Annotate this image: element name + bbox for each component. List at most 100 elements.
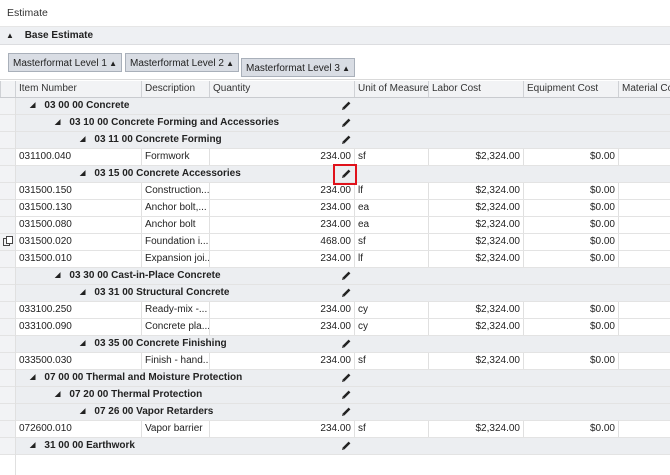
equipment-cost-cell[interactable]: $0.00 (523, 421, 618, 437)
quantity-cell[interactable]: 234.00 (209, 217, 354, 233)
item-number-cell[interactable]: 033500.030 (15, 353, 141, 369)
labor-cost-cell[interactable]: $2,324.00 (428, 149, 523, 165)
labor-cost-cell[interactable]: $2,324.00 (428, 217, 523, 233)
item-number-cell[interactable]: 031500.130 (15, 200, 141, 216)
pencil-edit-icon[interactable] (340, 134, 352, 146)
column-header-labor-cost[interactable]: Labor Cost (428, 81, 523, 97)
equipment-cost-cell[interactable]: $0.00 (523, 251, 618, 267)
table-row[interactable]: 033500.030 Finish - hand... 234.00 sf $2,324… (0, 353, 670, 370)
group-title[interactable]: ◢ 31 00 00 Earthwork (30, 438, 135, 454)
collapse-triangle-icon[interactable]: ◢ (55, 115, 60, 131)
item-number-cell[interactable]: 033100.090 (15, 319, 141, 335)
row-selector[interactable] (0, 149, 15, 165)
group-title[interactable]: ◢ 03 11 00 Concrete Forming (80, 132, 222, 148)
collapse-triangle-icon[interactable]: ◢ (80, 285, 85, 301)
group-row[interactable]: ◢ 03 10 00 Concrete Forming and Accessori… (0, 115, 670, 132)
group-row[interactable]: ◢ 03 35 00 Concrete Finishing (0, 336, 670, 353)
equipment-cost-cell[interactable]: $0.00 (523, 217, 618, 233)
row-selector[interactable] (0, 268, 15, 284)
row-selector[interactable] (0, 302, 15, 318)
labor-cost-cell[interactable]: $2,324.00 (428, 234, 523, 250)
table-row[interactable]: 033100.250 Ready-mix -... 234.00 cy $2,324.0… (0, 302, 670, 319)
copy-icon[interactable] (3, 236, 14, 247)
column-header-unit-of-measure[interactable]: Unit of Measure (354, 81, 428, 97)
collapse-triangle-icon[interactable]: ◢ (55, 268, 60, 284)
item-number-cell[interactable]: 031500.150 (15, 183, 141, 199)
quantity-cell[interactable]: 234.00 (209, 353, 354, 369)
description-cell[interactable]: Finish - hand... (141, 353, 209, 369)
material-cost-cell[interactable] (618, 251, 670, 267)
pencil-edit-icon[interactable] (340, 372, 352, 384)
description-cell[interactable]: Foundation i... (141, 234, 209, 250)
quantity-cell[interactable]: 234.00 (209, 319, 354, 335)
unit-of-measure-cell[interactable]: sf (354, 234, 428, 250)
collapse-caret-icon[interactable]: ▲ (6, 27, 14, 45)
group-title[interactable]: ◢ 03 30 00 Cast-in-Place Concrete (55, 268, 221, 284)
labor-cost-cell[interactable]: $2,324.00 (428, 319, 523, 335)
material-cost-cell[interactable] (618, 234, 670, 250)
labor-cost-cell[interactable]: $2,324.00 (428, 200, 523, 216)
quantity-cell[interactable]: 234.00 (209, 421, 354, 437)
description-cell[interactable]: Concrete pla... (141, 319, 209, 335)
unit-of-measure-cell[interactable]: cy (354, 302, 428, 318)
row-selector[interactable] (0, 217, 15, 233)
unit-of-measure-cell[interactable]: lf (354, 183, 428, 199)
row-selector-header[interactable] (0, 81, 15, 97)
unit-of-measure-cell[interactable]: ea (354, 200, 428, 216)
labor-cost-cell[interactable]: $2,324.00 (428, 302, 523, 318)
labor-cost-cell[interactable]: $2,324.00 (428, 353, 523, 369)
description-cell[interactable]: Formwork (141, 149, 209, 165)
row-selector[interactable] (0, 200, 15, 216)
group-row[interactable]: ◢ 03 31 00 Structural Concrete (0, 285, 670, 302)
item-number-cell[interactable]: 033100.250 (15, 302, 141, 318)
group-row[interactable]: ◢ 07 00 00 Thermal and Moisture Protectio… (0, 370, 670, 387)
equipment-cost-cell[interactable]: $0.00 (523, 353, 618, 369)
group-title[interactable]: ◢ 07 26 00 Vapor Retarders (80, 404, 213, 420)
unit-of-measure-cell[interactable]: sf (354, 421, 428, 437)
collapse-triangle-icon[interactable]: ◢ (80, 132, 85, 148)
sort-up-icon[interactable]: ▲ (226, 54, 234, 73)
unit-of-measure-cell[interactable]: sf (354, 149, 428, 165)
description-cell[interactable]: Vapor barrier (141, 421, 209, 437)
description-cell[interactable]: Construction... (141, 183, 209, 199)
pencil-edit-icon[interactable] (340, 406, 352, 418)
collapse-triangle-icon[interactable]: ◢ (55, 387, 60, 403)
unit-of-measure-cell[interactable]: cy (354, 319, 428, 335)
sort-up-icon[interactable]: ▲ (342, 59, 350, 78)
quantity-cell[interactable]: 234.00 (209, 302, 354, 318)
row-selector[interactable] (0, 336, 15, 352)
row-selector[interactable] (0, 115, 15, 131)
pencil-edit-icon[interactable] (340, 440, 352, 452)
base-estimate-section[interactable]: ▲ Base Estimate (0, 27, 670, 45)
row-selector[interactable] (0, 166, 15, 182)
group-title[interactable]: ◢ 03 15 00 Concrete Accessories (80, 166, 241, 182)
unit-of-measure-cell[interactable]: sf (354, 353, 428, 369)
description-cell[interactable]: Anchor bolt (141, 217, 209, 233)
table-row[interactable]: 031500.150 Construction... 234.00 lf $2,324.… (0, 183, 670, 200)
group-title[interactable]: ◢ 07 00 00 Thermal and Moisture Protectio… (30, 370, 242, 386)
item-number-cell[interactable]: 031500.080 (15, 217, 141, 233)
group-row[interactable]: ◢ 31 00 00 Earthwork (0, 438, 670, 455)
quantity-cell[interactable]: 234.00 (209, 251, 354, 267)
column-header-quantity[interactable]: Quantity (209, 81, 354, 97)
material-cost-cell[interactable] (618, 353, 670, 369)
equipment-cost-cell[interactable]: $0.00 (523, 234, 618, 250)
table-row[interactable]: 031500.130 Anchor bolt,... 234.00 ea $2,324.… (0, 200, 670, 217)
material-cost-cell[interactable] (618, 200, 670, 216)
table-row[interactable]: 031500.080 Anchor bolt 234.00 ea $2,324.00 $0… (0, 217, 670, 234)
column-header-description[interactable]: Description (141, 81, 209, 97)
material-cost-cell[interactable] (618, 149, 670, 165)
quantity-cell[interactable]: 234.00 (209, 200, 354, 216)
row-selector[interactable] (0, 98, 15, 114)
description-cell[interactable]: Ready-mix -... (141, 302, 209, 318)
description-cell[interactable]: Anchor bolt,... (141, 200, 209, 216)
equipment-cost-cell[interactable]: $0.00 (523, 200, 618, 216)
item-number-cell[interactable]: 031100.040 (15, 149, 141, 165)
material-cost-cell[interactable] (618, 421, 670, 437)
equipment-cost-cell[interactable]: $0.00 (523, 302, 618, 318)
group-chip-level-1[interactable]: Masterformat Level 1 ▲ (8, 53, 122, 72)
row-selector[interactable] (0, 353, 15, 369)
row-selector[interactable] (0, 132, 15, 148)
group-chip-level-2[interactable]: Masterformat Level 2 ▲ (125, 53, 239, 72)
equipment-cost-cell[interactable]: $0.00 (523, 319, 618, 335)
